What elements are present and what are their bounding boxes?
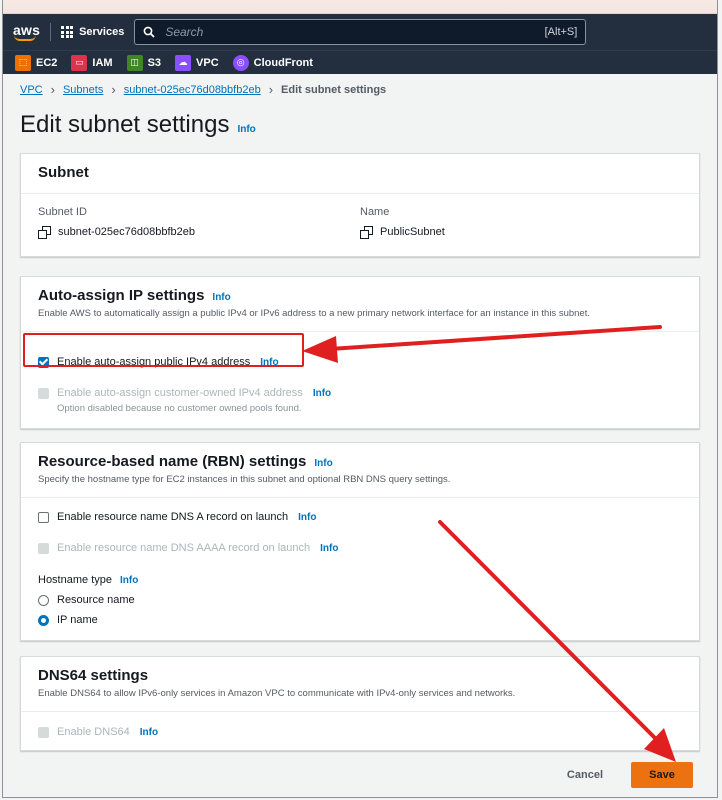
hostname-info-link[interactable]: Info [120,575,138,586]
auto-assign-info-link[interactable]: Info [212,292,230,303]
resource-name-radio[interactable] [38,594,49,606]
dns-aaaa-info-link[interactable]: Info [320,543,338,554]
copy-icon[interactable] [360,226,373,239]
rbn-title: Resource-based name (RBN) settings [38,453,307,470]
breadcrumb-vpc[interactable]: VPC [20,84,43,96]
radio-resource-name[interactable]: Resource name [38,594,682,606]
favorite-vpc[interactable]: ☁ VPC [175,54,219,71]
resource-name-label[interactable]: Resource name [57,594,135,606]
dns64-label: Enable DNS64 [57,726,130,738]
radio-ip-name[interactable]: IP name [38,614,682,626]
search-box[interactable]: [Alt+S] [134,19,587,45]
favorite-ec2[interactable]: ⬚ EC2 [15,54,58,71]
dns-aaaa-row: Enable resource name DNS AAAA record on … [38,542,682,554]
subnet-name-field: Name PublicSubnet [360,206,682,239]
favorite-label: S3 [147,56,162,69]
dns64-row: Enable DNS64 Info [38,726,682,738]
dns-aaaa-label: Enable resource name DNS AAAA record on … [57,542,311,554]
dns-aaaa-checkbox [38,542,49,554]
search-input[interactable] [163,24,537,40]
dns64-checkbox [38,726,49,738]
subnet-name-value: PublicSubnet [380,226,445,238]
dns64-info-link[interactable]: Info [140,727,158,738]
cancel-button[interactable]: Cancel [561,768,609,782]
breadcrumb-subnet-id[interactable]: subnet-025ec76d08bbfb2eb [124,84,261,96]
ip-name-radio[interactable] [38,614,49,626]
favorites-bar: ⬚ EC2 ▭ IAM ◫ S3 ☁ VPC ◎ CloudFront [3,50,717,74]
annotation-highlight-box [23,333,304,367]
search-icon [143,26,155,38]
subnet-id-field: Subnet ID subnet-025ec76d08bbfb2eb [38,206,360,239]
subnet-panel-header: Subnet [21,154,699,194]
ip-name-label[interactable]: IP name [57,614,98,626]
search-shortcut: [Alt+S] [544,26,578,38]
dns64-header: DNS64 settings Enable DNS64 to allow IPv… [21,657,699,712]
favorite-cloudfront[interactable]: ◎ CloudFront [232,54,313,71]
auto-assign-header: Auto-assign IP settings Info Enable AWS … [21,277,699,332]
auto-assign-description: Enable AWS to automatically assign a pub… [38,308,590,319]
aws-logo[interactable]: aws [13,22,40,42]
copy-icon[interactable] [38,226,51,239]
page-title: Edit subnet settings [20,111,230,138]
rbn-panel: Resource-based name (RBN) settings Info … [20,442,700,641]
dns-a-row[interactable]: Enable resource name DNS A record on lau… [38,511,682,523]
ec2-icon: ⬚ [15,54,31,71]
customer-owned-checkbox [38,387,49,399]
dns64-panel: DNS64 settings Enable DNS64 to allow IPv… [20,656,700,751]
top-navigation: aws Services [Alt+S] [3,14,717,50]
save-button[interactable]: Save [631,762,693,788]
favorite-s3[interactable]: ◫ S3 [126,54,162,71]
subnet-id-label: Subnet ID [38,206,87,218]
rbn-description: Specify the hostname type for EC2 instan… [38,474,451,485]
hostname-type-label: Hostname type [38,574,112,586]
browser-top-strip [3,0,717,14]
subnet-name-label: Name [360,206,390,218]
breadcrumb: VPC › Subnets › subnet-025ec76d08bbfb2eb… [3,74,717,97]
favorite-label: EC2 [36,56,58,69]
chevron-right-icon: › [268,82,274,97]
s3-icon: ◫ [126,54,143,71]
services-grid-icon [61,26,74,38]
page-info-link[interactable]: Info [237,124,255,135]
rbn-body: Enable resource name DNS A record on lau… [21,498,699,640]
customer-owned-hint: Option disabled because no customer owne… [57,403,302,414]
favorite-iam[interactable]: ▭ IAM [71,54,113,71]
subnet-panel: Subnet Subnet ID subnet-025ec76d08bbfb2e… [20,153,700,257]
favorite-label: IAM [92,56,113,69]
dns-a-label[interactable]: Enable resource name DNS A record on lau… [57,511,288,523]
dns64-description: Enable DNS64 to allow IPv6-only services… [38,688,516,699]
page-header: Edit subnet settings Info [3,97,717,139]
customer-owned-info-link[interactable]: Info [313,388,331,399]
customer-owned-label: Enable auto-assign customer-owned IPv4 a… [57,387,303,399]
favorite-label: VPC [196,56,219,69]
customer-owned-row: Enable auto-assign customer-owned IPv4 a… [38,387,682,399]
auto-assign-title: Auto-assign IP settings [38,287,205,304]
dns-a-checkbox[interactable] [38,511,49,523]
chevron-right-icon: › [111,82,116,97]
services-label: Services [79,26,125,38]
rbn-info-link[interactable]: Info [314,458,332,469]
services-menu[interactable]: Services [61,26,124,38]
form-actions: Cancel Save [561,762,693,788]
cloudfront-icon: ◎ [232,54,249,71]
iam-icon: ▭ [71,54,88,71]
breadcrumb-current: Edit subnet settings [281,83,387,96]
chevron-right-icon: › [50,82,55,97]
vpc-icon: ☁ [175,54,192,71]
subnet-panel-title: Subnet [38,164,89,181]
rbn-header: Resource-based name (RBN) settings Info … [21,443,699,498]
dns64-title: DNS64 settings [38,667,149,684]
breadcrumb-subnets[interactable]: Subnets [63,84,103,96]
subnet-panel-body: Subnet ID subnet-025ec76d08bbfb2eb Name … [21,194,699,256]
dns-a-info-link[interactable]: Info [298,512,316,523]
hostname-type-field: Hostname type Info [38,574,682,586]
favorite-label: CloudFront [253,56,313,69]
dns64-body: Enable DNS64 Info [21,712,699,750]
browser-frame: aws Services [Alt+S] ⬚ EC2 ▭ IAM ◫ [2,0,718,798]
nav-divider [50,23,52,41]
subnet-id-value: subnet-025ec76d08bbfb2eb [58,226,196,238]
